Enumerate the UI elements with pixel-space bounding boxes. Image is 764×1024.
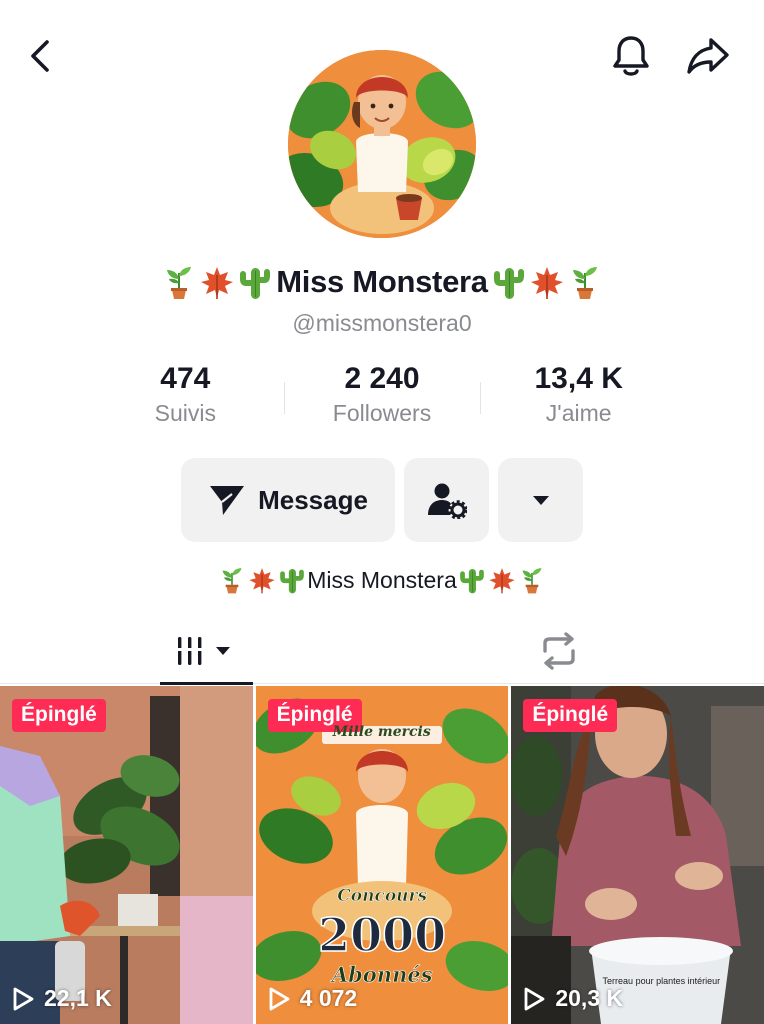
- notification-button[interactable]: [603, 28, 659, 84]
- bio-text: Miss Monstera: [307, 566, 457, 593]
- potted-plant-emoji: [517, 565, 547, 595]
- video-1-image: [0, 686, 253, 1024]
- pinned-badge: Épinglé: [523, 699, 618, 732]
- pinned-badge: Épinglé: [12, 699, 106, 732]
- maple-leaf-emoji: [528, 263, 566, 301]
- maple-leaf-emoji: [247, 565, 277, 595]
- view-count-text: 22,1 K: [44, 985, 112, 1011]
- view-count: 22,1 K: [12, 985, 112, 1012]
- play-icon: [269, 987, 290, 1010]
- share-icon: [687, 38, 729, 74]
- play-icon: [13, 987, 34, 1010]
- maple-leaf-emoji: [198, 263, 236, 301]
- view-count-text: 20,3 K: [555, 985, 624, 1011]
- message-button-label: Message: [258, 484, 368, 515]
- repost-icon: [542, 632, 575, 670]
- following-count: 474: [160, 362, 211, 395]
- send-icon: [210, 486, 245, 515]
- potted-plant-emoji: [160, 263, 198, 301]
- back-icon: [31, 40, 49, 72]
- profile-avatar[interactable]: [288, 50, 476, 238]
- followers-label: Followers: [332, 400, 432, 426]
- display-name-row: Miss Monstera: [0, 260, 764, 304]
- video-grid: Épinglé 22,1 K Épinglé Mille mercis Conc…: [0, 686, 764, 1024]
- following-label: Suivis: [154, 400, 217, 426]
- followers-count: 2 240: [344, 362, 420, 395]
- more-options-button[interactable]: [498, 458, 583, 542]
- cactus-emoji: [236, 263, 274, 301]
- view-count: 20,3 K: [523, 985, 623, 1012]
- likes-count: 13,4 K: [534, 362, 623, 395]
- back-button[interactable]: [14, 28, 70, 84]
- overlay-contest-text: Concours: [337, 886, 428, 907]
- message-button[interactable]: Message: [181, 458, 395, 542]
- profile-stats: 474 Suivis 2 240 Followers 13,4 K J'aime: [87, 362, 677, 432]
- cactus-emoji: [457, 565, 487, 595]
- grid-icon: [177, 637, 230, 665]
- play-icon: [524, 987, 545, 1010]
- followers-stat[interactable]: 2 240 Followers: [283, 362, 481, 432]
- likes-stat[interactable]: 13,4 K J'aime: [480, 362, 677, 432]
- maple-leaf-emoji: [487, 565, 517, 595]
- view-count-text: 4 072: [299, 985, 358, 1011]
- tab-videos[interactable]: [160, 618, 253, 685]
- video-thumbnail-3[interactable]: Épinglé Terreau pour plantes intérieur 2…: [511, 686, 764, 1024]
- profile-actions: Message: [181, 458, 583, 542]
- view-count: 4 072: [268, 985, 358, 1012]
- potted-plant-emoji: [217, 565, 247, 595]
- cactus-emoji: [277, 565, 307, 595]
- user-settings-button[interactable]: [404, 458, 489, 542]
- bell-icon: [613, 36, 649, 76]
- content-tabs: [0, 618, 764, 685]
- display-name: Miss Monstera: [276, 264, 488, 299]
- user-settings-icon: [427, 483, 467, 519]
- profile-bio: Miss Monstera: [0, 560, 764, 600]
- tab-reposts[interactable]: [512, 618, 605, 684]
- caret-down-icon: [532, 496, 549, 505]
- overlay-number-text: 2000: [317, 907, 447, 963]
- cactus-emoji: [490, 263, 528, 301]
- overlay-top-text: Mille mercis: [332, 724, 431, 740]
- video-3-image: [511, 686, 764, 1024]
- likes-label: J'aime: [545, 400, 612, 426]
- share-button[interactable]: [680, 28, 736, 84]
- following-stat[interactable]: 474 Suivis: [87, 362, 284, 432]
- video-thumbnail-2[interactable]: Épinglé Mille mercis Concours 2000 Abonn…: [255, 686, 509, 1024]
- overlay-subscribers-text: Abonnés: [331, 962, 433, 988]
- username-handle: @missmonstera0: [292, 310, 472, 336]
- video-thumbnail-1[interactable]: Épinglé 22,1 K: [0, 686, 253, 1024]
- potted-plant-emoji: [566, 263, 604, 301]
